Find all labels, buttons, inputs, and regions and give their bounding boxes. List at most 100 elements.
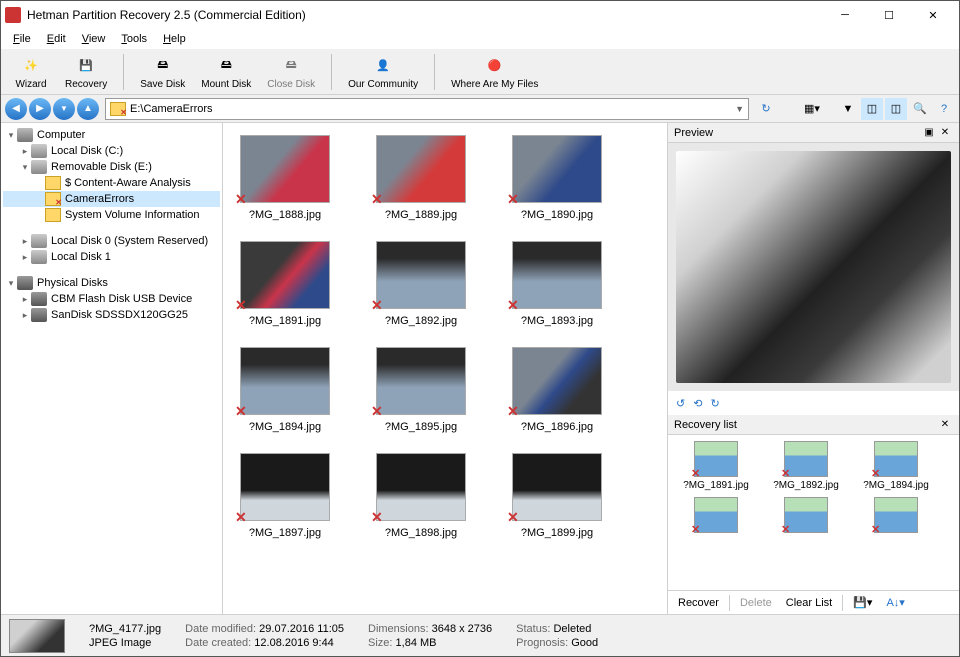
chevron-down-icon[interactable]: ▼ <box>735 104 744 114</box>
tree-sys-vol-info[interactable]: System Volume Information <box>3 207 220 223</box>
file-thumbnail[interactable]: ?MG_1893.jpg <box>503 241 611 327</box>
preview-image <box>668 143 959 391</box>
preview-detach-button[interactable]: ▣ <box>921 125 937 141</box>
recovery-button[interactable]: 💾Recovery <box>59 52 113 92</box>
forward-button[interactable]: ▶ <box>29 98 51 120</box>
dropdown-button[interactable]: ▼ <box>53 98 75 120</box>
preview-title: Preview <box>674 127 713 139</box>
tree-physical[interactable]: Physical Disks <box>3 275 220 291</box>
menu-tools[interactable]: Tools <box>113 31 155 47</box>
file-grid[interactable]: ?MG_1888.jpg ?MG_1889.jpg ?MG_1890.jpg ?MG_… <box>223 123 667 614</box>
recovery-label: ?MG_1892.jpg <box>764 480 848 491</box>
save-disk-button[interactable]: 🖴Save Disk <box>134 52 191 92</box>
file-thumbnail[interactable]: ?MG_1891.jpg <box>231 241 339 327</box>
thumbnail-label: ?MG_1894.jpg <box>249 421 321 433</box>
menu-edit[interactable]: Edit <box>39 31 74 47</box>
mount-disk-button[interactable]: 🖴Mount Disk <box>195 52 257 92</box>
address-bar[interactable]: E:\CameraErrors ▼ <box>105 98 749 120</box>
recovery-item[interactable]: ?MG_1891.jpg <box>674 441 758 491</box>
thumbnail-image <box>512 347 602 415</box>
file-thumbnail[interactable]: ?MG_1899.jpg <box>503 453 611 539</box>
recover-button[interactable]: Recover <box>674 596 723 610</box>
file-thumbnail[interactable]: ?MG_1892.jpg <box>367 241 475 327</box>
file-thumbnail[interactable]: ?MG_1896.jpg <box>503 347 611 433</box>
toolbar: ✨Wizard 💾Recovery 🖴Save Disk 🖴Mount Disk… <box>1 49 959 95</box>
recovery-list-title: Recovery list <box>674 419 737 431</box>
wizard-button[interactable]: ✨Wizard <box>7 52 55 92</box>
file-thumbnail[interactable]: ?MG_1888.jpg <box>231 135 339 221</box>
navbar: ◀ ▶ ▼ ▲ E:\CameraErrors ▼ ↻ ▦▾ ▼ ◫ ◫ 🔍 ? <box>1 95 959 123</box>
file-thumbnail[interactable]: ?MG_1890.jpg <box>503 135 611 221</box>
help-button[interactable]: ? <box>933 98 955 120</box>
maximize-button[interactable]: ☐ <box>867 1 911 29</box>
community-button[interactable]: 👤Our Community <box>342 52 424 92</box>
sort-button[interactable]: A↓▾ <box>882 595 908 610</box>
search-button[interactable]: 🔍 <box>909 98 931 120</box>
minimize-button[interactable]: ─ <box>823 1 867 29</box>
status-filename: ?MG_4177.jpg <box>89 623 161 635</box>
menu-view[interactable]: View <box>74 31 114 47</box>
panel1-button[interactable]: ◫ <box>861 98 883 120</box>
thumbnail-image <box>240 453 330 521</box>
file-panel: ?MG_1888.jpg ?MG_1889.jpg ?MG_1890.jpg ?MG_… <box>223 123 667 614</box>
tree-local-c[interactable]: Local Disk (C:) <box>3 143 220 159</box>
address-path: E:\CameraErrors <box>130 103 735 115</box>
thumbnail-label: ?MG_1891.jpg <box>249 315 321 327</box>
recovery-thumbnail <box>694 441 738 477</box>
right-panel: Preview ▣ ✕ ↺ ⟲ ↻ Recovery list ✕ ?MG_18… <box>667 123 959 614</box>
tree-local-1[interactable]: Local Disk 1 <box>3 249 220 265</box>
preview-header: Preview ▣ ✕ <box>668 123 959 143</box>
separator <box>434 54 435 90</box>
recovery-item[interactable]: ?MG_1894.jpg <box>854 441 938 491</box>
question-icon: 🔴 <box>483 54 507 78</box>
rotate-left-button[interactable]: ↺ <box>676 397 685 410</box>
thumbnail-image <box>512 241 602 309</box>
up-button[interactable]: ▲ <box>77 98 99 120</box>
wand-icon: ✨ <box>19 54 43 78</box>
file-thumbnail[interactable]: ?MG_1897.jpg <box>231 453 339 539</box>
tree-cbm[interactable]: CBM Flash Disk USB Device <box>3 291 220 307</box>
recovery-close-button[interactable]: ✕ <box>937 417 953 433</box>
menu-file[interactable]: File <box>5 31 39 47</box>
thumbnail-label: ?MG_1893.jpg <box>521 315 593 327</box>
thumbnail-image <box>240 241 330 309</box>
rotate-right-button[interactable]: ↻ <box>710 397 719 410</box>
recovery-label: ?MG_1891.jpg <box>674 480 758 491</box>
file-thumbnail[interactable]: ?MG_1894.jpg <box>231 347 339 433</box>
recovery-item[interactable] <box>854 497 938 536</box>
panel2-button[interactable]: ◫ <box>885 98 907 120</box>
file-thumbnail[interactable]: ?MG_1898.jpg <box>367 453 475 539</box>
menu-help[interactable]: Help <box>155 31 194 47</box>
main-area: Computer Local Disk (C:) Removable Disk … <box>1 123 959 614</box>
menubar: File Edit View Tools Help <box>1 29 959 49</box>
file-thumbnail[interactable]: ?MG_1895.jpg <box>367 347 475 433</box>
recovery-thumbnail <box>784 441 828 477</box>
recovery-grid[interactable]: ?MG_1891.jpg ?MG_1892.jpg ?MG_1894.jpg <box>668 435 959 590</box>
recovery-list-panel: Recovery list ✕ ?MG_1891.jpg ?MG_1892.jpg… <box>668 415 959 614</box>
recovery-item[interactable] <box>674 497 758 536</box>
app-icon <box>5 7 21 23</box>
thumbnail-image <box>376 135 466 203</box>
back-button[interactable]: ◀ <box>5 98 27 120</box>
clear-list-button[interactable]: Clear List <box>782 596 836 610</box>
tree-sandisk[interactable]: SanDisk SDSSDX120GG25 <box>3 307 220 323</box>
recovery-item[interactable] <box>764 497 848 536</box>
view-options-button[interactable]: ▦▾ <box>801 98 823 120</box>
tree-content-aware[interactable]: $ Content-Aware Analysis <box>3 175 220 191</box>
rotate-180-button[interactable]: ⟲ <box>693 397 702 410</box>
tree-local-0[interactable]: Local Disk 0 (System Reserved) <box>3 233 220 249</box>
tree-removable-e[interactable]: Removable Disk (E:) <box>3 159 220 175</box>
delete-button: Delete <box>736 596 776 610</box>
close-button[interactable]: ✕ <box>911 1 955 29</box>
filter-button[interactable]: ▼ <box>837 98 859 120</box>
file-thumbnail[interactable]: ?MG_1889.jpg <box>367 135 475 221</box>
tree-computer[interactable]: Computer <box>3 127 220 143</box>
preview-close-button[interactable]: ✕ <box>937 125 953 141</box>
refresh-button[interactable]: ↻ <box>755 98 777 120</box>
where-files-button[interactable]: 🔴Where Are My Files <box>445 52 544 92</box>
recovery-item[interactable]: ?MG_1892.jpg <box>764 441 848 491</box>
thumbnail-image <box>240 347 330 415</box>
folder-icon <box>110 102 126 116</box>
save-list-button[interactable]: 💾▾ <box>849 595 876 610</box>
tree-camera-errors[interactable]: CameraErrors <box>3 191 220 207</box>
